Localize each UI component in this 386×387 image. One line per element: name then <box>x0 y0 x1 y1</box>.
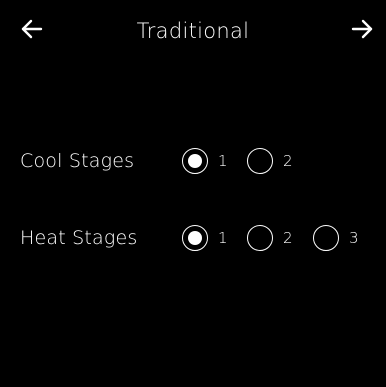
radio-selected-dot <box>188 154 202 168</box>
cool-stages-label: Cool Stages <box>20 150 135 172</box>
radio-option-label: 1 <box>218 229 228 247</box>
radio-circle <box>247 225 273 251</box>
radio-option-label: 1 <box>218 152 228 170</box>
heat-stages-label: Heat Stages <box>20 227 138 249</box>
next-button[interactable] <box>350 14 378 44</box>
page-title: Traditional <box>136 19 250 43</box>
radio-circle <box>247 148 273 174</box>
heat-stages-row: Heat Stages 1 2 3 <box>20 218 380 258</box>
screen: Traditional Cool Stages 1 2 Heat Stages … <box>0 0 386 387</box>
radio-option-label: 3 <box>349 229 359 247</box>
radio-circle <box>313 225 339 251</box>
radio-selected-dot <box>188 231 202 245</box>
radio-option-label: 2 <box>283 152 293 170</box>
cool-stages-row: Cool Stages 1 2 <box>20 141 380 181</box>
arrow-right-icon <box>351 19 373 39</box>
radio-option-label: 2 <box>283 229 293 247</box>
